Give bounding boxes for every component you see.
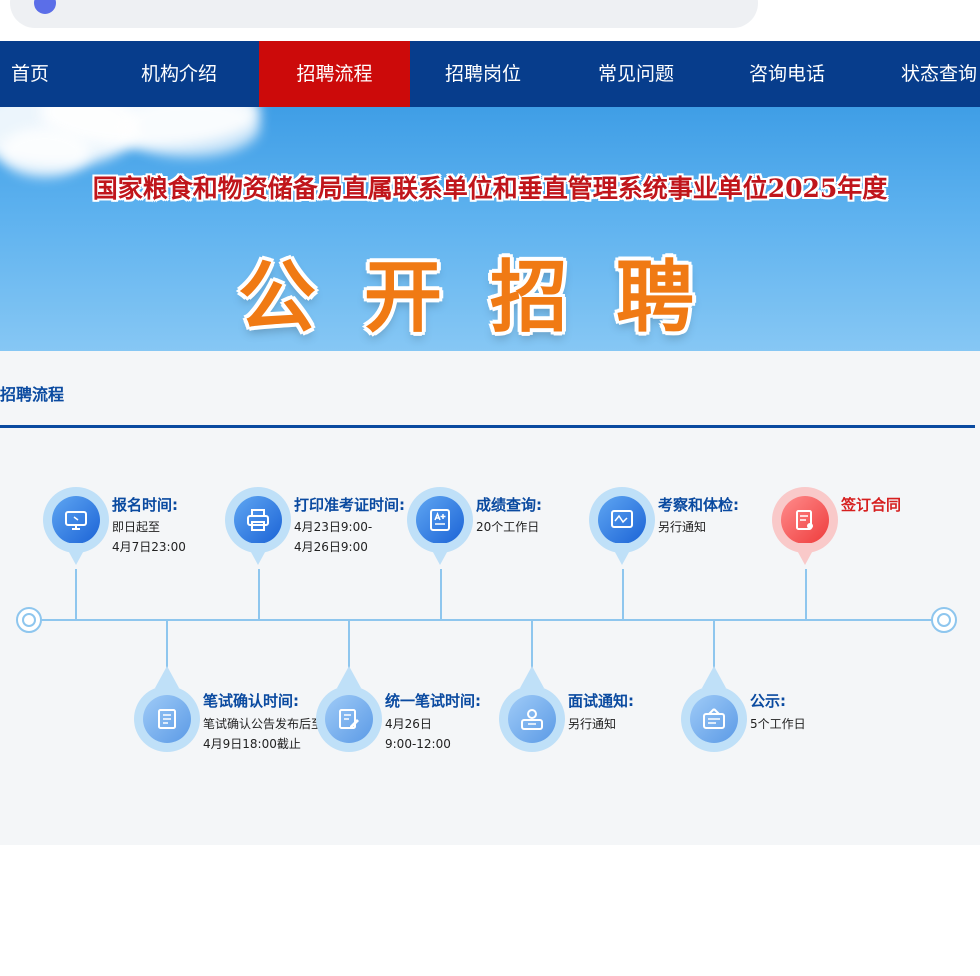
section-title: 招聘流程 [0, 385, 65, 404]
score-icon [430, 509, 450, 531]
step-detail: 4月26日 [385, 717, 432, 731]
section-divider [0, 425, 975, 428]
step-detail: 另行通知 [568, 717, 617, 731]
health-check-icon [611, 510, 633, 528]
timeline-connector [531, 621, 533, 671]
timeline-connector [348, 621, 350, 671]
step-detail: 4月23日9:00- [294, 520, 373, 534]
nav-item-status[interactable]: 状态查询 [901, 41, 977, 107]
timeline-connector [258, 569, 260, 619]
step-title: 报名时间: [112, 496, 178, 514]
step-detail: 即日起至 [112, 520, 161, 534]
nav-item-contact[interactable]: 咨询电话 [749, 41, 825, 107]
step-title: 公示: [750, 692, 786, 710]
step-detail: 5个工作日 [750, 717, 806, 731]
nav-item-about[interactable]: 机构介绍 [141, 41, 217, 107]
notice-board-icon [703, 708, 725, 729]
step-title: 笔试确认时间: [203, 692, 299, 710]
nav-item-process[interactable]: 招聘流程 [259, 41, 410, 107]
cloud-decoration [120, 107, 260, 157]
timeline-end-circle [931, 607, 957, 633]
step-title: 打印准考证时间: [294, 496, 405, 514]
step-marker-written-confirm [134, 666, 200, 752]
document-icon [158, 709, 176, 729]
timeline-connector [166, 621, 168, 671]
step-marker-registration [43, 487, 109, 565]
step-title: 统一笔试时间: [385, 692, 481, 710]
step-detail: 4月26日9:00 [294, 540, 368, 554]
printer-icon [247, 509, 269, 531]
step-marker-inspection [589, 487, 655, 565]
banner-subtitle: 国家粮食和物资储备局直属联系单位和垂直管理系统事业单位2025年度 [92, 174, 888, 203]
contract-icon [796, 510, 813, 530]
step-marker-written-exam [316, 666, 382, 752]
step-detail: 9:00-12:00 [385, 737, 451, 751]
step-title: 面试通知: [568, 692, 634, 710]
nav-item-positions[interactable]: 招聘岗位 [445, 41, 521, 107]
step-detail: 4月9日18:00截止 [203, 737, 301, 751]
process-section: 招聘流程 报名时间: 即日起至 4月7日23:00 打印准考证时间: 4月23日… [0, 351, 980, 845]
step-title: 成绩查询: [476, 496, 542, 514]
step-detail: 笔试确认公告发布后至 [203, 717, 324, 731]
main-nav: 首页 机构介绍 招聘流程 招聘岗位 常见问题 咨询电话 状态查询 [0, 41, 980, 107]
interview-icon [521, 709, 543, 730]
step-marker-score-query [407, 487, 473, 565]
step-marker-contract [772, 487, 838, 565]
banner-title: 公开招聘 [237, 252, 742, 343]
step-detail: 另行通知 [658, 520, 707, 534]
timeline-connector [713, 621, 715, 671]
address-bar[interactable] [10, 0, 758, 28]
step-detail: 4月7日23:00 [112, 540, 186, 554]
step-title: 考察和体检: [658, 496, 739, 514]
step-marker-publicity [681, 666, 747, 752]
timeline-connector [805, 569, 807, 619]
hero-banner: 国家粮食和物资储备局直属联系单位和垂直管理系统事业单位2025年度 公开招聘 [0, 107, 980, 351]
nav-item-faq[interactable]: 常见问题 [598, 41, 674, 107]
step-marker-admission-ticket [225, 487, 291, 565]
timeline-start-circle [16, 607, 42, 633]
step-detail: 20个工作日 [476, 520, 540, 534]
timeline-connector [75, 569, 77, 619]
edit-icon [339, 709, 359, 729]
browser-top-bar [0, 0, 980, 40]
step-marker-interview [499, 666, 565, 752]
timeline-connector [440, 569, 442, 619]
step-title: 签订合同 [841, 496, 902, 514]
timeline-connector [622, 569, 624, 619]
monitor-icon [65, 511, 87, 530]
nav-item-home[interactable]: 首页 [11, 41, 49, 107]
